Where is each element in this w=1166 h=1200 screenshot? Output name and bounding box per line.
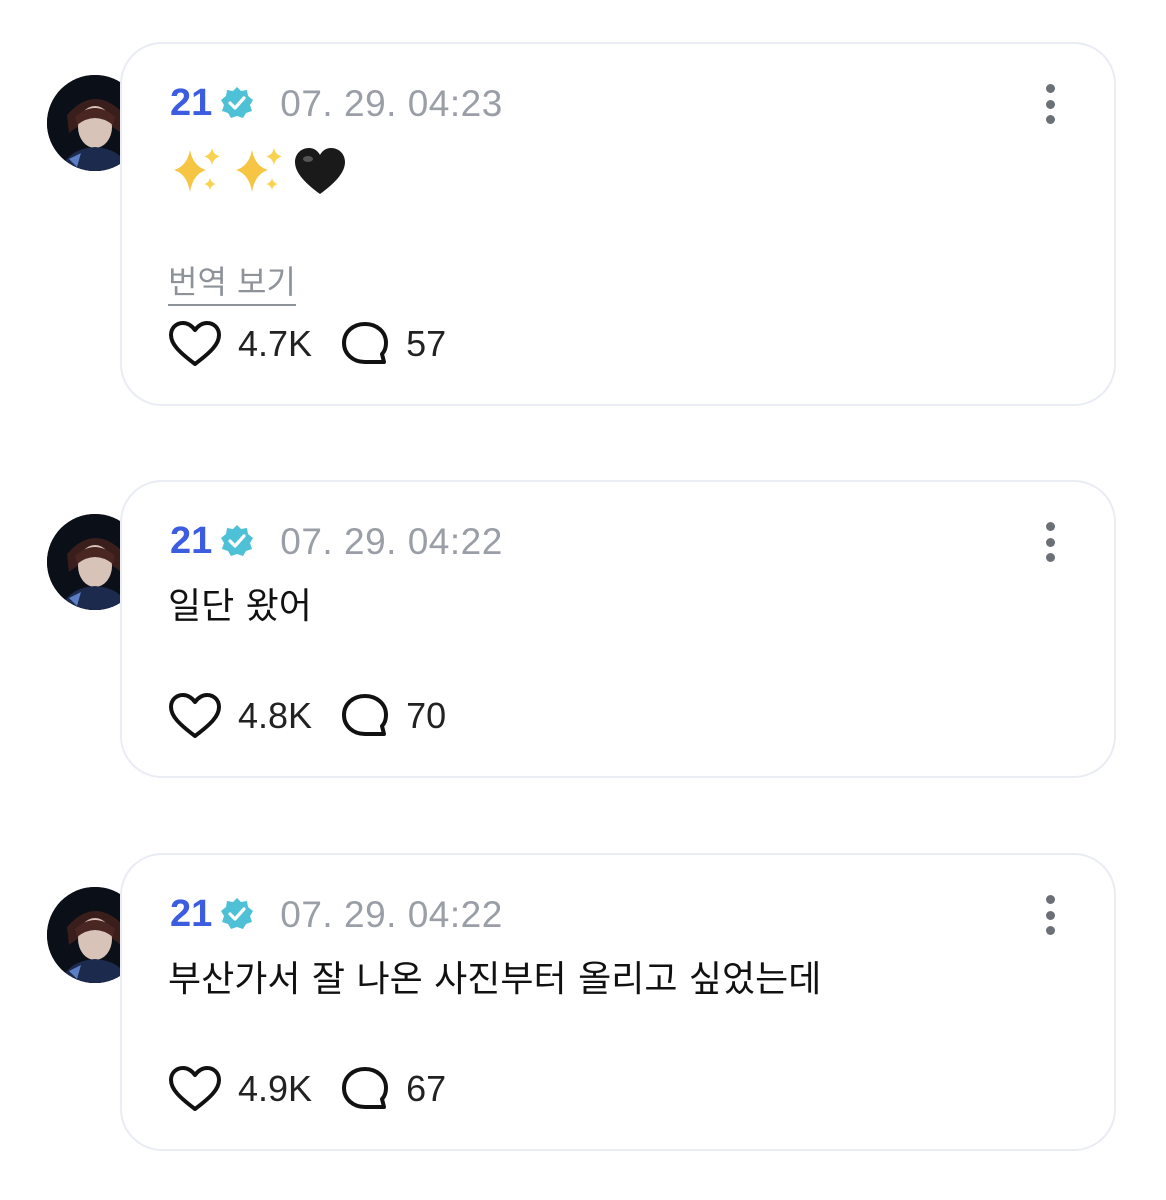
heart-outline-icon (169, 321, 221, 366)
reply-count: 67 (406, 1068, 447, 1109)
timestamp: 07. 29. 04:22 (280, 893, 503, 935)
black-heart-icon (295, 148, 345, 194)
post-card[interactable]: 21 07. 29. 04:23 번역 보기 4.7K 57 (120, 42, 1116, 406)
reply-button[interactable]: 67 (340, 1065, 446, 1113)
more-options-icon[interactable] (1042, 522, 1058, 562)
post-header: 21 07. 29. 04:22 (170, 889, 503, 939)
reply-count: 70 (406, 695, 447, 736)
post-header: 21 07. 29. 04:23 (170, 78, 503, 128)
timestamp: 07. 29. 04:23 (280, 82, 503, 124)
username[interactable]: 21 (170, 522, 212, 560)
post-content: 일단 왔어 (168, 586, 312, 627)
reply-button[interactable]: 57 (340, 320, 446, 368)
heart-outline-icon (169, 693, 221, 738)
username[interactable]: 21 (170, 84, 212, 122)
heart-outline-icon (169, 1066, 221, 1111)
verified-badge-icon (221, 87, 254, 118)
reply-count: 57 (406, 323, 447, 364)
sparkles-icon (236, 148, 282, 192)
sparkles-icon (174, 148, 220, 192)
speech-bubble-outline-icon (342, 694, 389, 736)
username[interactable]: 21 (170, 895, 212, 933)
like-button[interactable]: 4.9K (168, 1065, 312, 1113)
translate-link[interactable]: 번역 보기 (168, 266, 296, 306)
like-count: 4.9K (238, 1068, 313, 1109)
speech-bubble-outline-icon (342, 1067, 389, 1109)
timestamp: 07. 29. 04:22 (280, 520, 503, 562)
more-options-icon[interactable] (1042, 895, 1058, 935)
post-actions: 4.7K 57 (168, 319, 446, 369)
verified-badge-icon (221, 525, 254, 556)
like-count: 4.8K (238, 695, 313, 736)
like-count: 4.7K (238, 323, 313, 364)
post-content: 부산가서 잘 나온 사진부터 올리고 싶었는데 (168, 959, 822, 1000)
verified-badge-icon (221, 898, 254, 929)
speech-bubble-outline-icon (342, 322, 389, 364)
post-actions: 4.9K 67 (168, 1064, 446, 1114)
reply-button[interactable]: 70 (340, 692, 446, 740)
post-header: 21 07. 29. 04:22 (170, 516, 503, 566)
like-button[interactable]: 4.8K (168, 692, 312, 740)
more-options-icon[interactable] (1042, 84, 1058, 124)
post-actions: 4.8K 70 (168, 691, 446, 741)
post-card[interactable]: 21 07. 29. 04:22 부산가서 잘 나온 사진부터 올리고 싶었는데… (120, 853, 1116, 1151)
post-content-emoji (168, 144, 348, 200)
like-button[interactable]: 4.7K (168, 320, 312, 368)
post-card[interactable]: 21 07. 29. 04:22 일단 왔어 4.8K 70 (120, 480, 1116, 778)
